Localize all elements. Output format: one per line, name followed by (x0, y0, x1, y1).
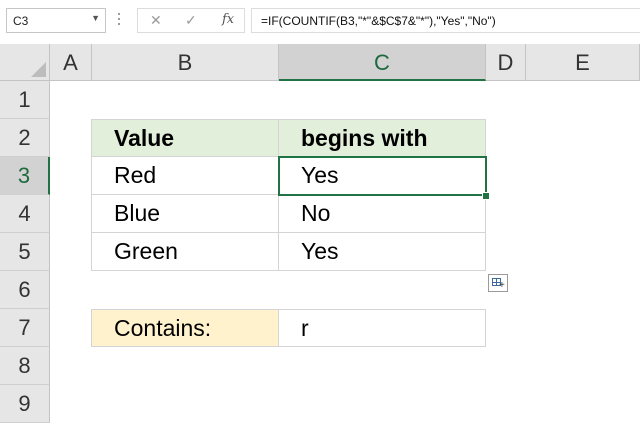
row-header-5[interactable]: 5 (0, 233, 50, 271)
row-header-9[interactable]: 9 (0, 385, 50, 423)
select-all-button[interactable] (0, 44, 50, 81)
cancel-icon[interactable]: ✕ (150, 12, 162, 29)
row-header-7[interactable]: 7 (0, 309, 50, 347)
select-all-triangle-icon (31, 62, 46, 77)
insert-function-icon[interactable]: fx (222, 12, 234, 27)
column-header-e[interactable]: E (526, 44, 640, 81)
row-header-8[interactable]: 8 (0, 347, 50, 385)
cell-b4[interactable]: Blue (91, 195, 279, 233)
column-header-d[interactable]: D (486, 44, 526, 81)
cell-c5[interactable]: Yes (279, 233, 486, 271)
row-header-2[interactable]: 2 (0, 119, 50, 157)
row-header-3[interactable]: 3 (0, 157, 50, 195)
name-box[interactable]: C3 ▼ (6, 8, 106, 33)
cell-b2[interactable]: Value (91, 119, 279, 157)
cell-c2[interactable]: begins with (279, 119, 486, 157)
row-header-4[interactable]: 4 (0, 195, 50, 233)
quick-analysis-icon[interactable]: + (488, 274, 508, 292)
spreadsheet-grid: A B C D E 1 2 3 4 5 6 7 8 9 Value begins… (0, 44, 640, 424)
chevron-down-icon[interactable]: ▼ (91, 13, 100, 23)
fill-handle[interactable] (482, 192, 490, 200)
column-header-a[interactable]: A (50, 44, 92, 81)
cell-c7[interactable]: r (279, 309, 486, 347)
cell-b3[interactable]: Red (91, 157, 279, 195)
column-header-b[interactable]: B (92, 44, 279, 81)
cell-c4[interactable]: No (279, 195, 486, 233)
row-header-6[interactable]: 6 (0, 271, 50, 309)
active-cell-border (278, 156, 487, 196)
plus-icon: + (499, 280, 505, 291)
row-header-1[interactable]: 1 (0, 81, 50, 119)
name-box-value: C3 (13, 14, 29, 28)
enter-check-icon[interactable]: ✓ (185, 12, 197, 29)
formula-input[interactable]: =IF(COUNTIF(B3,"*"&$C$7&"*"),"Yes","No") (251, 8, 640, 33)
cell-b7[interactable]: Contains: (91, 309, 279, 347)
formula-buttons: ✕ ✓ fx (137, 8, 245, 33)
column-header-c[interactable]: C (279, 44, 486, 81)
formula-bar: C3 ▼ ✕ ✓ fx =IF(COUNTIF(B3,"*"&$C$7&"*")… (0, 0, 640, 44)
grip-dots-icon[interactable] (117, 10, 121, 30)
formula-text: =IF(COUNTIF(B3,"*"&$C$7&"*"),"Yes","No") (261, 14, 496, 28)
cell-b5[interactable]: Green (91, 233, 279, 271)
